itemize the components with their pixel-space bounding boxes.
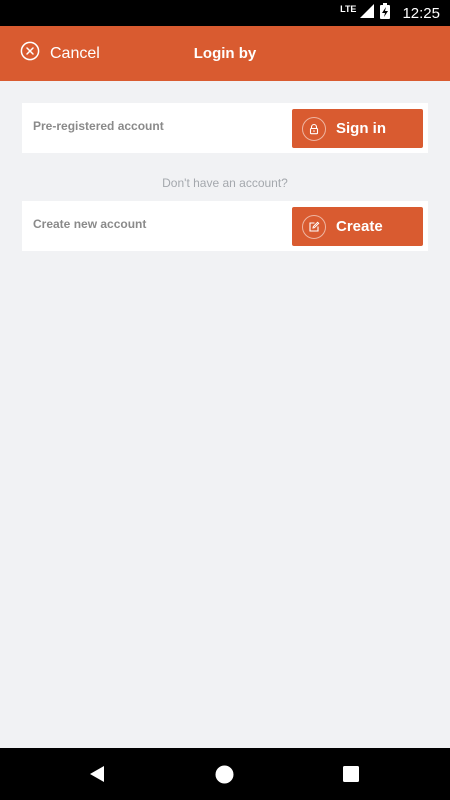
network-type: LTE (340, 4, 357, 14)
system-nav-bar (0, 748, 450, 800)
cancel-button[interactable]: Cancel (20, 26, 100, 81)
app-bar: Cancel Login by (0, 26, 450, 81)
cancel-label: Cancel (50, 44, 100, 62)
battery-charging-icon (380, 2, 391, 24)
create-button[interactable]: Create (292, 207, 423, 246)
sign-in-label: Sign in (336, 120, 386, 137)
home-icon[interactable] (215, 748, 234, 800)
create-card: Create new account Create (22, 201, 428, 251)
recents-icon[interactable] (343, 748, 359, 800)
create-label: Create (336, 218, 383, 235)
clock: 12:25 (402, 4, 440, 22)
signal-icon (360, 3, 375, 23)
edit-icon (302, 214, 326, 239)
signin-card: Pre-registered account Sign in (22, 103, 428, 153)
no-account-hint: Don't have an account? (162, 176, 288, 190)
back-icon[interactable] (88, 748, 106, 800)
pre-registered-account-label: Pre-registered account (33, 119, 164, 133)
lock-icon (302, 116, 326, 141)
create-new-account-label: Create new account (33, 217, 147, 231)
close-circle-icon (20, 41, 40, 66)
status-bar: LTE 12:25 (0, 0, 450, 26)
sign-in-button[interactable]: Sign in (292, 109, 423, 148)
